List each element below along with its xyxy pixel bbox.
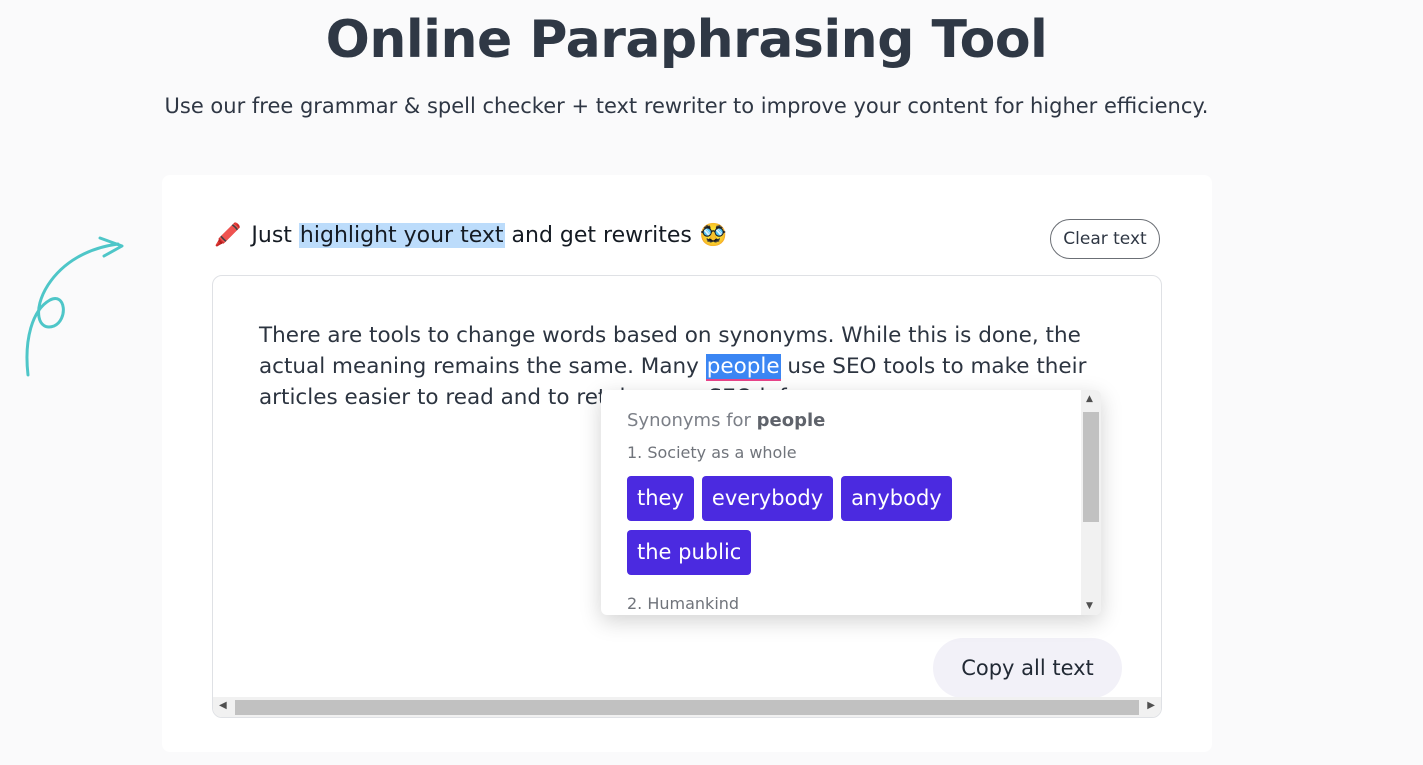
chevron-up-icon[interactable]: ▲ (1086, 394, 1093, 404)
clear-text-button[interactable]: Clear text (1050, 219, 1160, 259)
chevron-down-icon[interactable]: ▼ (1086, 601, 1093, 611)
copy-all-text-button[interactable]: Copy all text (933, 638, 1122, 698)
vertical-scrollbar[interactable]: ▲ ▼ (1081, 390, 1101, 615)
hint-text-after: and get rewrites (504, 223, 692, 248)
synonyms-heading: Synonyms for people (627, 410, 1077, 431)
page-title: Online Paraphrasing Tool (325, 10, 1048, 70)
selected-word[interactable]: people (705, 354, 781, 381)
chevron-left-icon[interactable]: ◀ (219, 700, 227, 711)
chevron-right-icon[interactable]: ▶ (1147, 700, 1155, 711)
synonym-chip[interactable]: they (627, 476, 694, 521)
instruction-line: 🖍️ Just highlight your text and get rewr… (214, 223, 727, 248)
synonyms-popup: Synonyms for people 1. Society as a whol… (601, 390, 1101, 615)
synonyms-heading-prefix: Synonyms for (627, 410, 757, 431)
synonym-chip[interactable]: everybody (701, 476, 834, 521)
crayon-icon: 🖍️ (214, 223, 242, 248)
synonym-chip[interactable]: the public (627, 530, 752, 575)
synonyms-word: people (756, 410, 826, 431)
scrollbar-thumb[interactable] (1083, 412, 1099, 522)
page-subtitle: Use our free grammar & spell checker + t… (164, 94, 1209, 118)
horizontal-scrollbar[interactable]: ◀ ▶ (213, 697, 1161, 717)
hint-highlighted-text: highlight your text (298, 223, 505, 248)
synonym-chip[interactable]: anybody (841, 476, 952, 521)
synonym-group-label: 1. Society as a whole (627, 443, 797, 462)
curly-arrow-icon (25, 236, 124, 377)
scrollbar-thumb[interactable] (235, 700, 1139, 715)
synonym-group-label: 2. Humankind (627, 594, 740, 613)
disguise-face-icon: 🥸 (699, 223, 728, 248)
hint-text-before: Just (251, 223, 299, 248)
synonym-chip-list: they everybody anybody the public (627, 476, 1047, 584)
